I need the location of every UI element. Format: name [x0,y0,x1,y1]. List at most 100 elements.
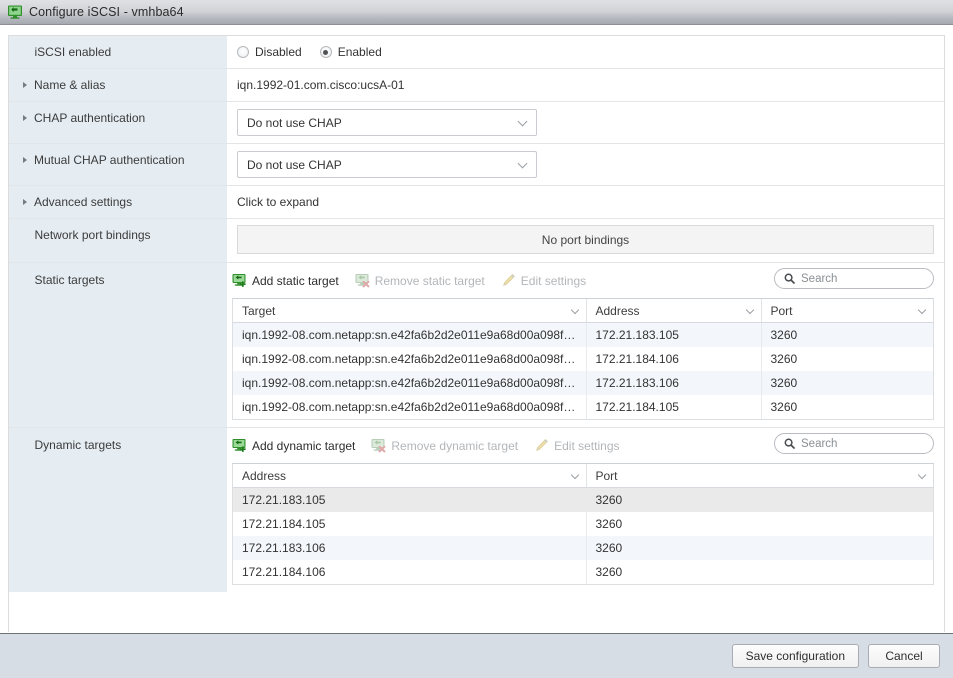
chevron-right-icon[interactable] [23,115,27,121]
row-iscsi-enabled: iSCSI enabled Disabled Enabled [9,36,944,69]
column-header-target[interactable]: Target [233,299,587,322]
column-header-label: Address [595,303,640,318]
label-text: Mutual CHAP authentication [34,153,185,167]
cell-text: iqn.1992-08.com.netapp:sn.e42fa6b2d2e011… [242,400,576,414]
label-static-targets: Static targets [9,263,227,427]
table-row[interactable]: 172.21.183.106 3260 [233,536,933,560]
pencil-icon [534,438,549,453]
chap-authentication-select[interactable]: Do not use CHAP [237,109,537,136]
chevron-down-icon[interactable] [572,307,580,315]
label-name-alias[interactable]: Name & alias [9,69,227,101]
cell-text: 3260 [595,565,623,579]
column-header-label: Port [770,303,793,318]
table-row[interactable]: iqn.1992-08.com.netapp:sn.e42fa6b2d2e011… [233,395,933,419]
remove-dynamic-target-button[interactable]: Remove dynamic target [371,438,518,453]
table-row[interactable]: 172.21.184.105 3260 [233,512,933,536]
cell-port: 3260 [587,536,934,560]
table-row[interactable]: 172.21.184.106 3260 [233,560,933,584]
label-iscsi-enabled: iSCSI enabled [9,36,227,68]
settings-form: iSCSI enabled Disabled Enabled Name & al… [8,35,945,632]
label-network-port-bindings: Network port bindings [9,219,227,262]
remove-static-target-label: Remove static target [374,273,485,288]
chevron-down-icon[interactable] [919,307,927,315]
dynamic-targets-grid: Address Port 172.21.183.105 3260 172.21.… [232,463,934,585]
cell-port: 3260 [762,323,934,347]
table-row[interactable]: 172.21.183.105 3260 [233,488,933,512]
add-dynamic-target-button[interactable]: Add dynamic target [232,438,355,453]
cell-text: 3260 [595,517,623,531]
cell-text: 172.21.184.106 [242,565,326,579]
radio-disabled[interactable]: Disabled [237,45,302,59]
column-header-label: Target [242,303,276,318]
remove-static-target-button[interactable]: Remove static target [355,273,485,288]
dynamic-targets-toolbar: Add dynamic target Remove dynamic target… [232,433,934,458]
dynamic-targets-grid-header: Address Port [233,464,933,488]
dialog-footer: Save configuration Cancel [0,633,953,678]
value-iscsi-enabled: Disabled Enabled [227,36,944,68]
search-icon [784,438,795,449]
cell-address: 172.21.183.105 [587,323,762,347]
cell-target: iqn.1992-08.com.netapp:sn.e42fa6b2d2e011… [233,323,587,347]
cell-port: 3260 [762,395,934,419]
dynamic-targets-search-input[interactable] [801,437,924,450]
edit-dynamic-settings-button[interactable]: Edit settings [534,438,620,453]
chap-authentication-selected-value: Do not use CHAP [247,115,342,130]
mutual-chap-authentication-select[interactable]: Do not use CHAP [237,151,537,178]
chevron-down-icon[interactable] [519,118,528,127]
label-text: iSCSI enabled [34,45,112,59]
edit-dynamic-settings-label: Edit settings [554,438,620,453]
cancel-button[interactable]: Cancel [868,644,940,668]
chevron-right-icon[interactable] [23,199,27,205]
cell-text: 172.21.183.106 [595,376,679,390]
add-static-target-button[interactable]: Add static target [232,273,339,288]
cell-text: 3260 [595,541,623,555]
static-targets-grid: Target Address Port iqn.1992-08.com.neta… [232,298,934,420]
row-static-targets: Static targets Add static target Remove … [9,263,944,428]
column-header-address[interactable]: Address [233,464,587,487]
advanced-settings-expand-link[interactable]: Click to expand [232,195,319,209]
label-chap-authentication[interactable]: CHAP authentication [9,102,227,143]
label-advanced-settings[interactable]: Advanced settings [9,186,227,218]
save-configuration-button[interactable]: Save configuration [731,644,859,668]
chevron-right-icon[interactable] [23,157,27,163]
dynamic-targets-searchbox[interactable] [774,433,934,454]
radio-enabled[interactable]: Enabled [319,45,382,59]
value-advanced-settings[interactable]: Click to expand [227,186,944,218]
cell-address: 172.21.183.105 [233,488,587,512]
static-targets-toolbar: Add static target Remove static target E… [232,268,934,293]
label-text: CHAP authentication [34,111,146,125]
add-dynamic-target-label: Add dynamic target [252,438,356,453]
cell-text: 3260 [770,352,798,366]
static-targets-search-input[interactable] [801,272,924,285]
label-mutual-chap-authentication[interactable]: Mutual CHAP authentication [9,144,227,185]
cell-address: 172.21.184.105 [233,512,587,536]
table-row[interactable]: iqn.1992-08.com.netapp:sn.e42fa6b2d2e011… [233,371,933,395]
table-row[interactable]: iqn.1992-08.com.netapp:sn.e42fa6b2d2e011… [233,323,933,347]
radio-disabled-icon[interactable] [237,46,249,58]
radio-disabled-label: Disabled [255,45,302,59]
add-target-icon [232,273,247,288]
static-targets-searchbox[interactable] [774,268,934,289]
cell-port: 3260 [587,512,934,536]
column-header-port[interactable]: Port [587,464,934,487]
cell-target: iqn.1992-08.com.netapp:sn.e42fa6b2d2e011… [233,395,587,419]
remove-target-icon [355,273,370,288]
chevron-down-icon[interactable] [572,472,580,480]
table-row[interactable]: iqn.1992-08.com.netapp:sn.e42fa6b2d2e011… [233,347,933,371]
row-chap-authentication: CHAP authentication Do not use CHAP [9,102,944,144]
chevron-right-icon[interactable] [23,82,27,88]
iscsi-adapter-icon [7,4,23,20]
window-title: Configure iSCSI - vmhba64 [29,5,184,19]
cell-address: 172.21.184.106 [587,347,762,371]
edit-static-settings-button[interactable]: Edit settings [501,273,586,288]
chevron-down-icon[interactable] [919,472,927,480]
chevron-down-icon[interactable] [747,307,755,315]
value-dynamic-targets: Add dynamic target Remove dynamic target… [227,428,944,592]
radio-enabled-icon[interactable] [319,46,332,58]
row-network-port-bindings: Network port bindings No port bindings [9,219,944,263]
chevron-down-icon[interactable] [519,160,528,169]
column-header-port[interactable]: Port [762,299,934,322]
add-target-icon [232,438,247,453]
column-header-address[interactable]: Address [587,299,762,322]
value-network-port-bindings: No port bindings [227,219,944,262]
